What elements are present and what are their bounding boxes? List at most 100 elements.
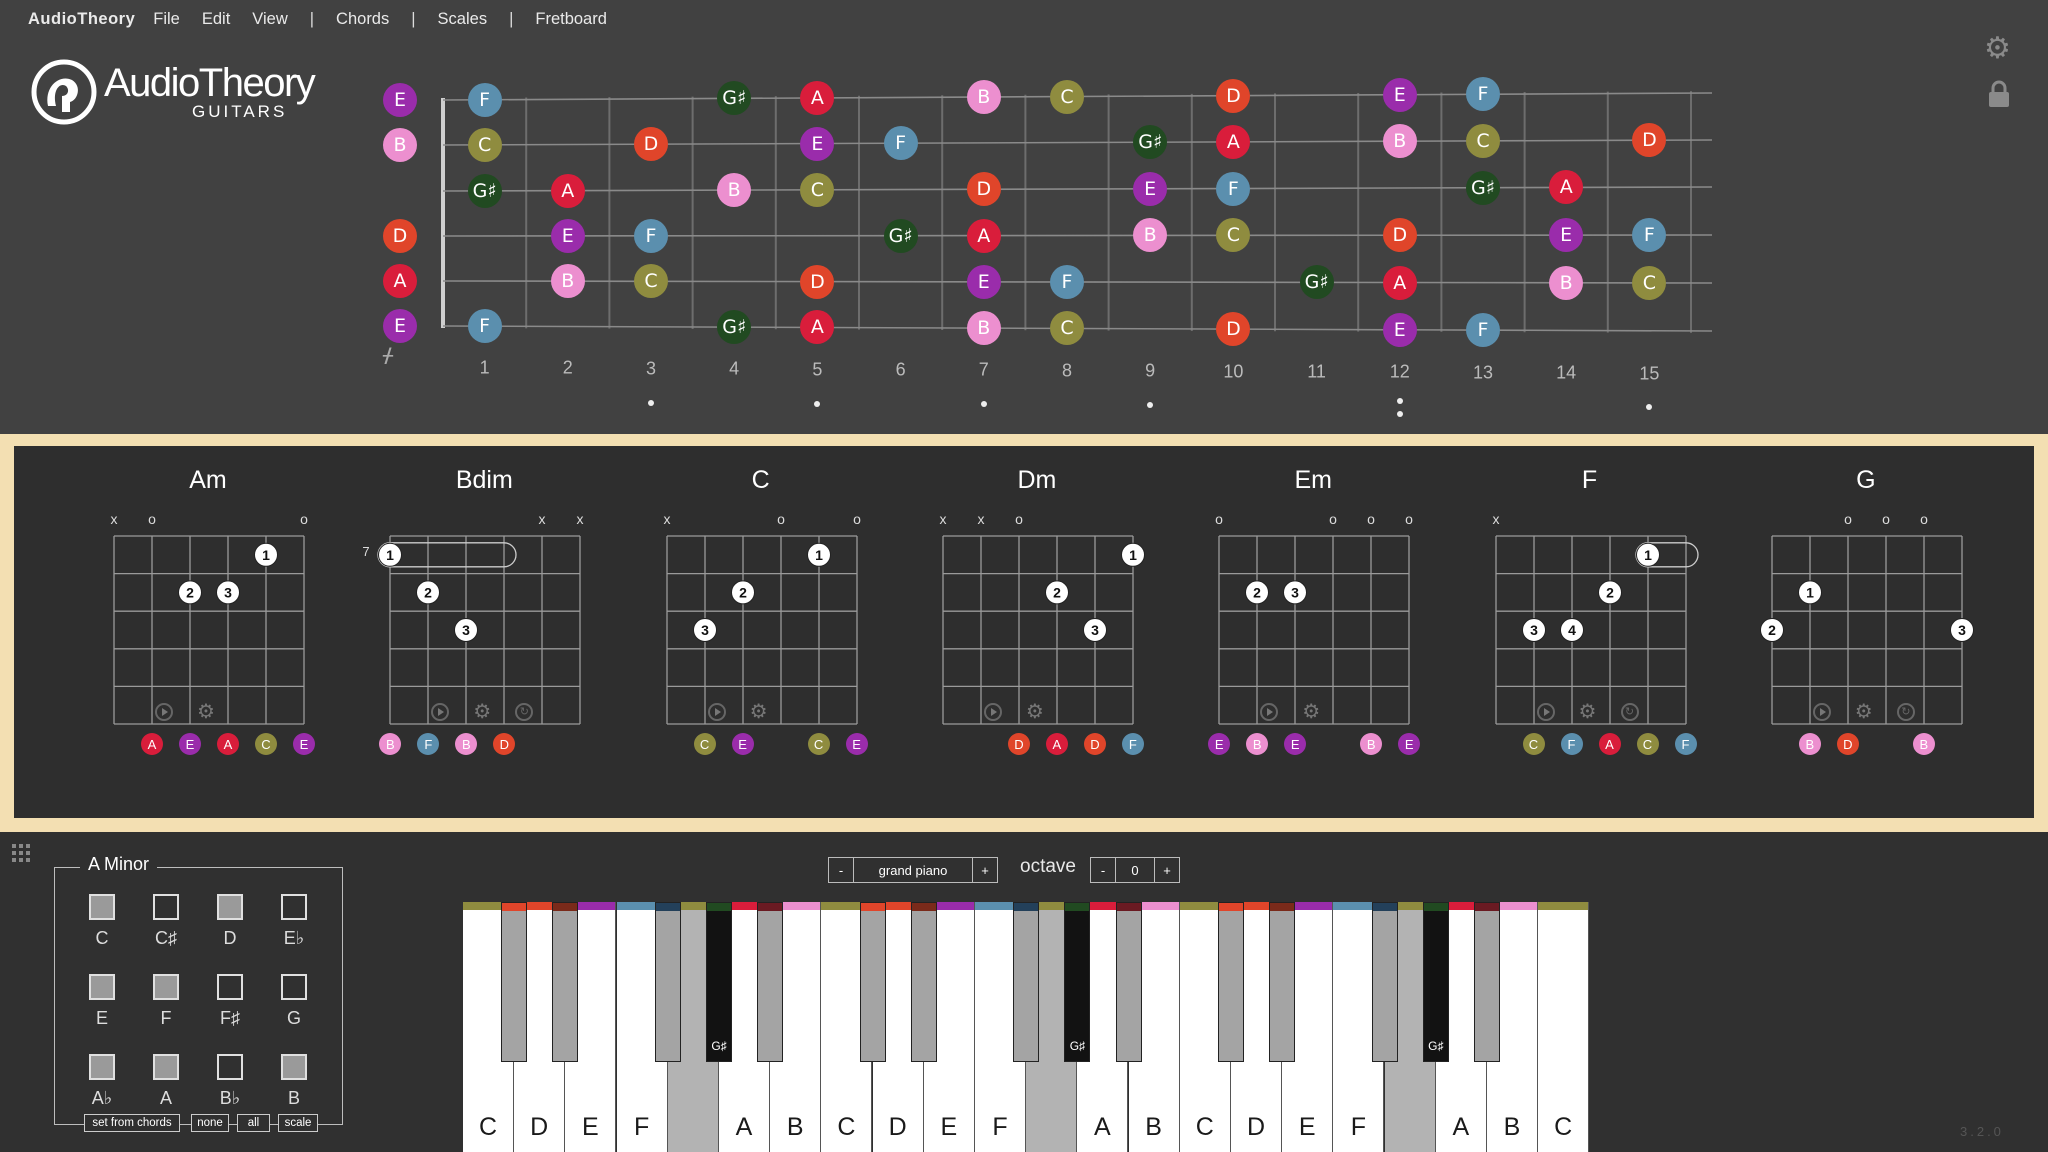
swap-icon[interactable]: ↻ <box>1896 703 1915 721</box>
fretboard-note[interactable]: B <box>1133 218 1168 253</box>
scale-note-checkbox[interactable] <box>89 974 115 1000</box>
piano-black-key[interactable] <box>552 902 579 1062</box>
swap-icon[interactable]: ↻ <box>515 703 534 721</box>
piano-black-key[interactable] <box>1474 902 1500 1062</box>
piano-white-key[interactable]: C <box>1538 902 1590 1152</box>
fretboard-note[interactable]: B <box>1549 265 1584 300</box>
play-icon[interactable] <box>431 703 450 721</box>
gear-icon[interactable]: ⚙ <box>473 702 491 722</box>
fretboard-note[interactable]: G♯ <box>1133 125 1168 160</box>
fretboard-note[interactable]: D <box>1632 123 1667 158</box>
fretboard-note[interactable]: F <box>883 126 918 161</box>
instrument-next-button[interactable]: + <box>972 857 998 883</box>
piano-black-key[interactable]: G♯ <box>706 902 732 1062</box>
piano-black-key[interactable] <box>1115 902 1142 1062</box>
fretboard-note[interactable]: E <box>966 264 1001 299</box>
fretboard-note[interactable]: A <box>1216 124 1251 159</box>
scale-note-checkbox[interactable] <box>281 974 307 1000</box>
fretboard-note[interactable]: A <box>800 80 835 115</box>
open-string-note[interactable]: B <box>383 128 417 162</box>
fretboard-note[interactable]: C <box>1466 123 1500 158</box>
scale-note-checkbox[interactable] <box>89 894 115 920</box>
fretboard-note[interactable]: F <box>1466 313 1500 348</box>
scale-note-checkbox[interactable] <box>153 1054 179 1080</box>
fretboard-note[interactable]: F <box>634 218 668 253</box>
fretboard-note[interactable]: G♯ <box>1299 265 1334 300</box>
fretboard-note[interactable]: E <box>1133 171 1168 206</box>
fretboard-note[interactable]: E <box>1382 312 1417 347</box>
gear-icon[interactable]: ⚙ <box>750 702 768 722</box>
piano-black-key[interactable] <box>1269 902 1296 1062</box>
scale-note-checkbox[interactable] <box>153 974 179 1000</box>
play-icon[interactable] <box>983 703 1002 721</box>
chord-card[interactable]: Dm x x o 1 2 3 D A D F ⚙ <box>907 446 1167 818</box>
fretboard-note[interactable]: B <box>966 80 1001 115</box>
chord-card[interactable]: Fx 1 2 3 4 C F A C F ⚙ ↻ <box>1460 446 1720 818</box>
play-icon[interactable] <box>707 703 726 721</box>
piano-black-key[interactable]: G♯ <box>1422 902 1449 1062</box>
fretboard-note[interactable]: D <box>1216 312 1251 347</box>
gear-icon[interactable]: ⚙ <box>1302 702 1320 722</box>
chord-card[interactable]: Cx o o 1 2 3 C E C E ⚙ <box>631 446 891 818</box>
grid-icon[interactable] <box>12 844 30 862</box>
chord-card[interactable]: Am x o o 1 2 3 A E A C E ⚙ <box>78 446 338 818</box>
fretboard-note[interactable]: F <box>1050 264 1084 299</box>
swap-icon[interactable]: ↻ <box>1620 703 1639 721</box>
scale-note-checkbox[interactable] <box>281 894 307 920</box>
piano-black-key[interactable] <box>654 902 681 1062</box>
fretboard-note[interactable]: A <box>550 173 585 208</box>
octave-down-button[interactable]: - <box>1090 857 1116 883</box>
piano-black-key[interactable]: G♯ <box>1064 902 1091 1062</box>
scale-note-checkbox[interactable] <box>281 1054 307 1080</box>
play-icon[interactable] <box>155 703 173 721</box>
fretboard-note[interactable]: G♯ <box>883 218 918 253</box>
open-string-note[interactable]: E <box>383 309 417 343</box>
fretboard-note[interactable]: G♯ <box>717 310 752 345</box>
fretboard-note[interactable]: C <box>634 264 668 299</box>
scale-note-checkbox[interactable] <box>153 894 179 920</box>
fretboard-note[interactable]: E <box>1549 218 1584 253</box>
fretboard-note[interactable]: E <box>1382 77 1417 112</box>
open-string-note[interactable]: D <box>383 219 417 253</box>
scale-note-checkbox[interactable] <box>89 1054 115 1080</box>
fretboard-note[interactable]: C <box>1632 265 1667 300</box>
play-icon[interactable] <box>1260 703 1279 721</box>
gear-icon[interactable]: ⚙ <box>1855 702 1873 722</box>
piano-black-key[interactable] <box>859 902 886 1062</box>
fretboard-note[interactable]: A <box>966 218 1001 253</box>
fretboard-note[interactable]: A <box>1382 265 1417 300</box>
instrument-name[interactable]: grand piano <box>853 857 973 883</box>
fretboard-note[interactable]: C <box>800 172 835 207</box>
fretboard-note[interactable]: C <box>467 127 502 162</box>
fretboard-note[interactable]: B <box>717 173 752 208</box>
fretboard-note[interactable]: C <box>1050 79 1084 114</box>
fretboard-note[interactable]: D <box>800 264 835 299</box>
open-string-note[interactable]: A <box>383 264 417 298</box>
piano-black-key[interactable] <box>757 902 784 1062</box>
fretboard-note[interactable]: G♯ <box>467 173 502 208</box>
fretboard-note[interactable]: D <box>1382 218 1417 253</box>
scale-note-checkbox[interactable] <box>217 974 243 1000</box>
fretboard-note[interactable]: B <box>966 311 1001 346</box>
chord-card[interactable]: Go o o 1 2 3 B D B ⚙ ↻ <box>1736 446 1996 818</box>
chord-card[interactable]: Em o o o o 2 3 E B E B E ⚙ <box>1183 446 1443 818</box>
fretboard-note[interactable]: D <box>966 172 1001 207</box>
fretboard-note[interactable]: F <box>467 82 502 117</box>
piano-black-key[interactable] <box>1218 902 1244 1062</box>
scale-note-checkbox[interactable] <box>217 1054 243 1080</box>
gear-icon[interactable]: ⚙ <box>1579 702 1597 722</box>
fretboard-note[interactable]: A <box>1549 170 1584 205</box>
piano-black-key[interactable] <box>501 902 528 1062</box>
gear-icon[interactable]: ⚙ <box>197 702 215 722</box>
fretboard-note[interactable]: C <box>1216 218 1251 253</box>
fretboard-note[interactable]: F <box>467 309 502 344</box>
fretboard-note[interactable]: B <box>550 264 585 299</box>
play-icon[interactable] <box>1536 703 1555 721</box>
scale-preset-button[interactable]: scale <box>278 1114 318 1132</box>
play-icon[interactable] <box>1812 703 1831 721</box>
piano-black-key[interactable] <box>910 902 937 1062</box>
fretboard-note[interactable]: F <box>1466 77 1500 112</box>
fretboard-note[interactable]: F <box>1632 218 1667 253</box>
piano-black-key[interactable] <box>1013 902 1040 1062</box>
octave-up-button[interactable]: + <box>1154 857 1180 883</box>
